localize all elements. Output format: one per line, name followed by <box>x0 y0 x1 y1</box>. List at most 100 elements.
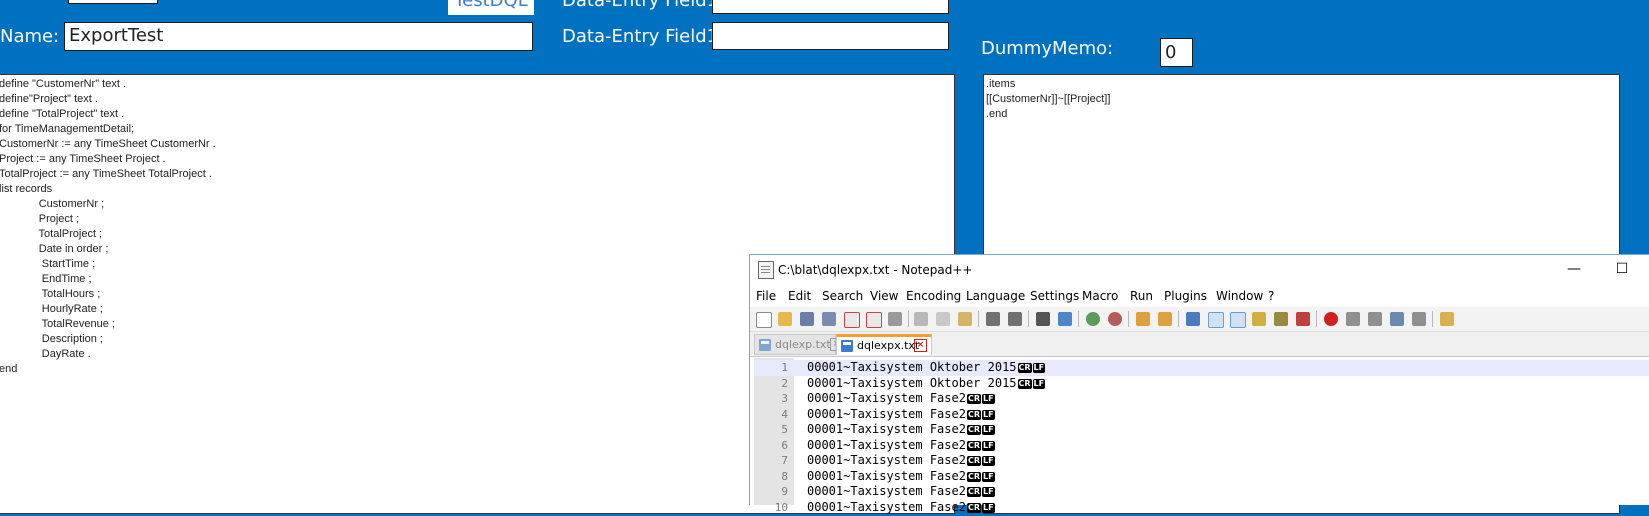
tab-close-icon[interactable]: × <box>914 339 927 352</box>
code-line: .end <box>986 108 1008 120</box>
toolbar-separator <box>1178 311 1179 327</box>
editor-line: 6 00001~Taxisystem Fase2 CR LF <box>754 438 1649 454</box>
minimize-icon[interactable]: — <box>1564 259 1584 279</box>
record-macro-icon[interactable] <box>1324 312 1338 326</box>
menu-item-run[interactable]: Run <box>1130 289 1153 303</box>
line-number: 1 <box>781 361 788 374</box>
redo-icon[interactable] <box>1008 312 1022 326</box>
cr-marker: CR <box>966 456 981 466</box>
close-file-icon[interactable] <box>844 312 860 328</box>
menu-item-settings[interactable]: Settings <box>1030 289 1079 303</box>
sync-horizontal-icon[interactable] <box>1158 312 1172 326</box>
menu-item-window[interactable]: Window <box>1216 289 1263 303</box>
line-content: 00001~Taxisystem Fase2 <box>807 484 966 498</box>
cr-marker: CR <box>1017 363 1032 373</box>
find-icon[interactable] <box>1036 312 1050 326</box>
toolbar-separator <box>1432 311 1433 327</box>
close-all-icon[interactable] <box>866 312 882 328</box>
line-number: 5 <box>781 423 788 436</box>
code-line: CustomerNr := any TimeSheet CustomerNr . <box>0 138 216 150</box>
menu-item-macro[interactable]: Macro <box>1082 289 1118 303</box>
play-macro-icon[interactable] <box>1368 312 1382 326</box>
paste-icon[interactable] <box>958 312 972 326</box>
notepad-menu-bar: File Edit Search View Encoding Language Settin… <box>750 285 1649 307</box>
code-line: define "TotalProject" text . <box>0 108 125 120</box>
data-entry-label: Data-Entry Field1 <box>562 26 719 47</box>
cr-marker: CR <box>966 440 981 451</box>
document-map-icon[interactable] <box>1252 312 1266 326</box>
menu-item-search[interactable]: Search <box>822 289 863 303</box>
save-icon[interactable] <box>800 312 814 326</box>
menu-item-view[interactable]: View <box>870 289 898 303</box>
toolbar-separator <box>1028 311 1029 327</box>
notepad-editor[interactable]: 1 00001~Taxisystem Oktober 2015 CR LF 2 00001… <box>754 358 1649 514</box>
maximize-icon[interactable]: ☐ <box>1612 259 1632 279</box>
data-entry-field[interactable] <box>712 22 949 50</box>
menu-item-help[interactable]: ? <box>1268 289 1274 303</box>
menu-item-language[interactable]: Language <box>966 289 1025 303</box>
replace-icon[interactable] <box>1058 312 1072 326</box>
print-icon[interactable] <box>888 312 902 326</box>
menu-item-edit[interactable]: Edit <box>788 289 811 303</box>
menu-item-plugins[interactable]: Plugins <box>1164 289 1207 303</box>
template-editor-text: .items [[CustomerNr]]~[[Project]] .end <box>986 77 1110 122</box>
notepad-tab-bar: dqlexp.txt × dqlexpx.txt × <box>750 332 1649 357</box>
indent-guide-icon[interactable] <box>1230 312 1246 328</box>
zoom-out-icon[interactable] <box>1108 312 1122 326</box>
editor-line: 9 00001~Taxisystem Fase2 CR LF <box>754 484 1649 500</box>
new-file-icon[interactable] <box>756 312 772 328</box>
tab-dqlexpx[interactable]: dqlexpx.txt × <box>836 334 932 355</box>
testdql-button[interactable]: TestDQL <box>448 0 534 15</box>
tab-dqlexp[interactable]: dqlexp.txt × <box>754 334 843 355</box>
lf-marker: LF <box>981 487 995 497</box>
code-line: HourlyRate ; <box>0 303 103 315</box>
run-macro-multiple-icon[interactable] <box>1390 312 1404 326</box>
data-entry-label-top: Data-Entry Field1 <box>562 0 719 11</box>
code-line: TotalProject := any TimeSheet TotalProje… <box>0 168 212 180</box>
stop-macro-icon[interactable] <box>1346 312 1360 326</box>
line-number: 9 <box>781 485 788 498</box>
toolbar-separator <box>1128 311 1129 327</box>
zoom-in-icon[interactable] <box>1086 312 1100 326</box>
show-all-chars-icon[interactable] <box>1208 312 1224 328</box>
notepad-app-icon <box>758 261 774 279</box>
save-macro-icon[interactable] <box>1412 312 1426 326</box>
code-line: Date in order ; <box>0 243 109 255</box>
lf-marker: LF <box>981 425 995 435</box>
line-text: 00001~Taxisystem Fase2 CR LF <box>807 422 995 436</box>
lf-marker: LF <box>981 502 995 513</box>
line-text: 00001~Taxisystem Fase2 CR LF <box>807 438 995 452</box>
top-left-field[interactable] <box>68 0 158 4</box>
lf-marker: LF <box>1032 378 1046 389</box>
notepad-title-bar[interactable]: C:\blat\dqlexpx.txt - Notepad++ — ☐ <box>750 255 1649 285</box>
line-text: 00001~Taxisystem Fase2 CR LF <box>807 453 995 467</box>
copy-icon[interactable] <box>936 312 950 326</box>
menu-item-encoding[interactable]: Encoding <box>906 289 961 303</box>
open-file-icon[interactable] <box>778 312 792 326</box>
function-list-icon[interactable] <box>1274 312 1288 326</box>
notepad-window[interactable]: C:\blat\dqlexpx.txt - Notepad++ — ☐ File… <box>749 254 1649 514</box>
line-text: 00001~Taxisystem Fase2 CR LF <box>807 484 995 498</box>
notepad-toolbar <box>750 307 1649 332</box>
word-wrap-icon[interactable] <box>1186 312 1200 326</box>
folder-workspace-icon[interactable] <box>1296 312 1310 326</box>
cut-icon[interactable] <box>914 312 928 326</box>
lf-marker: LF <box>1032 363 1046 373</box>
lf-marker: LF <box>981 409 995 420</box>
data-entry-field-top[interactable] <box>712 0 949 14</box>
line-text: 00001~Taxisystem Oktober 2015 CR LF <box>807 376 1046 390</box>
editor-line: 1 00001~Taxisystem Oktober 2015 CR LF <box>754 360 1649 376</box>
dummy-memo-input[interactable]: 0 <box>1160 38 1193 67</box>
save-all-icon[interactable] <box>822 312 836 326</box>
editor-line: 5 00001~Taxisystem Fase2 CR LF <box>754 422 1649 438</box>
line-text: 00001~Taxisystem Fase2 CR LF <box>807 391 995 405</box>
cr-marker: CR <box>1017 378 1032 389</box>
code-line: define"Project" text . <box>0 93 98 105</box>
menu-item-file[interactable]: File <box>756 289 776 303</box>
sync-vertical-icon[interactable] <box>1136 312 1150 326</box>
name-input[interactable]: ExportTest <box>64 22 533 51</box>
plugin-icon[interactable] <box>1440 312 1454 326</box>
line-content: 00001~Taxisystem Fase2 <box>807 406 966 421</box>
line-content: 00001~Taxisystem Fase2 <box>807 468 966 483</box>
undo-icon[interactable] <box>986 312 1000 326</box>
